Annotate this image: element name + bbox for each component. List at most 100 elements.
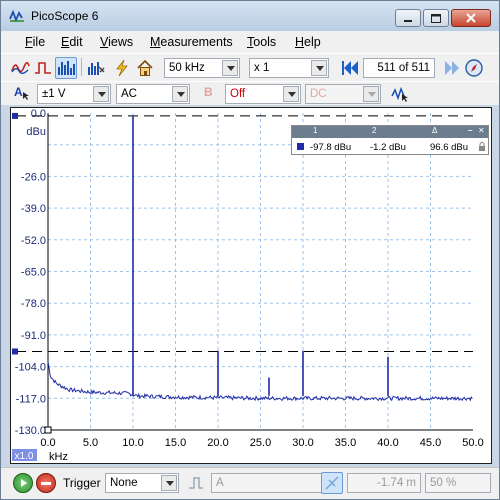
spectrum-chart[interactable]: 0.0 -26.0 -39.0 -52.0 -65.0 -78.0 -91.0 -104.0 -… [11, 108, 491, 463]
buffer-position: 511 [377, 62, 396, 74]
spectrum-mode-button[interactable] [55, 57, 77, 79]
maximize-icon [431, 14, 441, 23]
rewind-icon [342, 61, 358, 75]
channel-b-coupling-select[interactable]: DC [305, 84, 381, 104]
channel-a-coupling-value: AC [121, 88, 137, 100]
y-tick-label: -130.0 [15, 425, 46, 437]
channel-a-color-icon [297, 143, 304, 150]
next-buffer-button[interactable] [441, 57, 463, 79]
rising-edge-icon [325, 476, 339, 490]
channel-b-range-select[interactable]: Off [225, 84, 301, 104]
chevron-down-icon [283, 86, 299, 102]
spectrum-bars-icon [58, 61, 75, 75]
stop-icon [41, 482, 51, 485]
start-button[interactable] [13, 473, 33, 493]
trigger-level-input[interactable]: -1.74 m [347, 473, 421, 493]
trigger-label: Trigger [63, 476, 101, 490]
y-axis-unit-label: dBu [26, 126, 46, 138]
trigger-mode-value: None [110, 477, 138, 489]
x-axis-unit-label: kHz [49, 451, 68, 463]
window-title: PicoScope 6 [31, 9, 99, 23]
scope-mode-button[interactable] [9, 57, 31, 79]
picoscope-window: PicoScope 6 File Edit Views Measurements… [0, 0, 500, 500]
first-buffer-button[interactable] [339, 57, 361, 79]
default-setup-button[interactable] [134, 57, 156, 79]
x-tick-label: 40.0 [377, 437, 398, 449]
y-tick-label: -78.0 [21, 298, 46, 310]
maximize-button[interactable] [423, 9, 449, 27]
origin-marker [44, 426, 52, 434]
menu-measurements[interactable]: Measurements [150, 35, 233, 49]
fast-forward-icon [445, 61, 459, 75]
timebase-frequency-value: 50 kHz [169, 62, 205, 74]
trigger-level-value: -1.74 m [377, 477, 416, 489]
menu-file[interactable]: File [25, 35, 45, 49]
ruler-2-handle [12, 348, 18, 355]
spectrum-options-icon [88, 62, 105, 75]
minimize-button[interactable] [395, 9, 421, 27]
title-bar: PicoScope 6 [1, 1, 499, 31]
lock-icon[interactable] [478, 142, 486, 152]
x-tick-label: 15.0 [165, 437, 186, 449]
probe-options-button[interactable] [389, 83, 411, 105]
y-tick-label: -39.0 [21, 203, 46, 215]
ruler-delta-header: Δ [432, 126, 438, 135]
menu-edit[interactable]: Edit [61, 35, 83, 49]
trigger-toolbar: Trigger None A -1.74 m 50 % [1, 467, 499, 499]
buffer-navigator[interactable]: 511 of 511 [363, 58, 435, 78]
close-button[interactable] [451, 9, 491, 27]
y-tick-label: -52.0 [21, 235, 46, 247]
y-tick-label: 0.0 [31, 108, 46, 120]
trigger-source-value: A [216, 477, 224, 489]
buffer-total: of 511 [398, 62, 430, 74]
minimize-icon[interactable]: – [468, 126, 472, 135]
channel-toolbar: A ±1 V AC B Off DC [1, 81, 499, 105]
timebase-frequency-select[interactable]: 50 kHz [164, 58, 240, 78]
toolbar-separator [81, 58, 82, 76]
auto-setup-button[interactable] [111, 57, 133, 79]
rising-edge-button[interactable] [321, 472, 343, 494]
stop-button[interactable] [36, 473, 56, 493]
channel-a-range-select[interactable]: ±1 V [37, 84, 111, 104]
x-tick-label: 35.0 [335, 437, 356, 449]
pretrigger-input[interactable]: 50 % [425, 473, 491, 493]
menu-views[interactable]: Views [100, 35, 133, 49]
x-tick-label: 50.0 [462, 437, 483, 449]
spinner-icon [311, 60, 327, 76]
y-tick-label: -91.0 [21, 330, 46, 342]
y-tick-label: -65.0 [21, 267, 46, 279]
menu-help[interactable]: Help [295, 35, 321, 49]
persistence-mode-button[interactable] [32, 57, 54, 79]
scope-waveform-icon [11, 61, 30, 74]
ruler-1-header: 1 [313, 126, 318, 135]
help-button[interactable] [463, 57, 485, 79]
channel-a-options[interactable]: A [11, 83, 31, 103]
channel-a-range-value: ±1 V [42, 88, 66, 100]
x-tick-label: 20.0 [207, 437, 228, 449]
chevron-down-icon [161, 475, 177, 491]
spectrum-view[interactable]: 0.0 -26.0 -39.0 -52.0 -65.0 -78.0 -91.0 -104.0 -… [10, 107, 492, 464]
x-tick-label: 0.0 [40, 437, 55, 449]
ruler-legend[interactable]: 1 2 Δ – ✕ -97.8 dBu -1.2 dBu 96.6 dBu [291, 125, 489, 155]
menu-tools[interactable]: Tools [247, 35, 276, 49]
channel-b-range-value: Off [230, 88, 246, 100]
play-icon [21, 479, 27, 487]
channel-a-coupling-select[interactable]: AC [116, 84, 190, 104]
x-tick-label: 10.0 [122, 437, 143, 449]
minimize-icon [404, 20, 412, 22]
x-tick-label: 25.0 [250, 437, 271, 449]
add-view-button[interactable] [85, 57, 107, 79]
ruler-1-handle [12, 112, 18, 119]
ruler-legend-header: 1 2 Δ – ✕ [292, 126, 488, 138]
zoom-select[interactable]: x 1 [249, 58, 329, 78]
menu-bar: File Edit Views Measurements Tools Help [1, 31, 499, 53]
close-icon[interactable]: ✕ [478, 126, 485, 135]
zoom-badge-label: x1.0 [15, 451, 34, 462]
y-tick-label: -26.0 [21, 171, 46, 183]
x-tick-label: 30.0 [292, 437, 313, 449]
advanced-trigger-button[interactable] [185, 472, 207, 494]
chevron-down-icon [222, 60, 238, 76]
trigger-mode-select[interactable]: None [105, 473, 179, 493]
trigger-edge-icon [189, 477, 203, 489]
channel-b-options[interactable]: B [201, 83, 221, 103]
